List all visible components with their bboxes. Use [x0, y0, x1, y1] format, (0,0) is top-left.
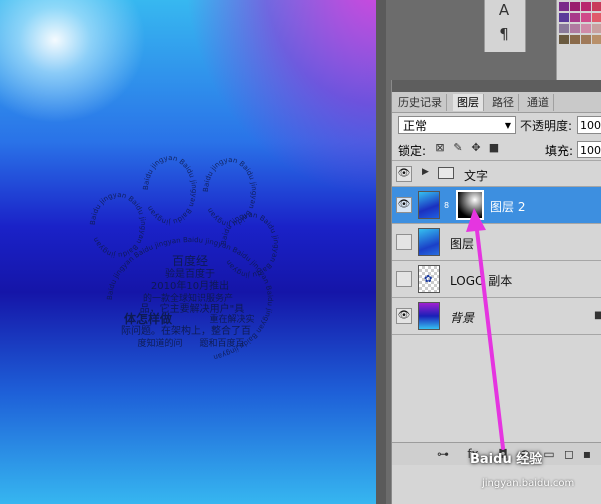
- paragraph-panel-button[interactable]: ¶: [493, 24, 515, 44]
- character-paragraph-toolbar: A ¶: [484, 0, 526, 52]
- layer-thumbnail: ✿: [418, 265, 440, 293]
- new-layer-icon[interactable]: ◻: [562, 447, 576, 461]
- lock-label: 锁定:: [398, 144, 427, 158]
- layer-mask-thumbnail[interactable]: [456, 190, 484, 220]
- folder-icon: [438, 167, 454, 179]
- canvas-border: [376, 0, 386, 504]
- panel-title-bar[interactable]: [392, 80, 601, 92]
- opacity-label: 不透明度:: [520, 119, 573, 133]
- canvas-text-line: 验是百度于: [165, 267, 215, 280]
- layer-name: LOGO 副本: [450, 274, 513, 288]
- watermark-url: jingyan.baidu.com: [482, 478, 575, 489]
- swatch[interactable]: [559, 13, 569, 22]
- canvas-text-line: 的一款全球知识服务产: [143, 292, 233, 304]
- canvas-text-line: 百度经: [172, 253, 208, 268]
- new-group-icon[interactable]: ▭: [542, 447, 556, 461]
- swatch[interactable]: [592, 2, 601, 11]
- panel-tabs: 历史记录 图层 路径 通道: [392, 92, 601, 113]
- swatch[interactable]: [581, 24, 591, 33]
- swatch[interactable]: [559, 35, 569, 44]
- character-panel-button[interactable]: A: [493, 0, 515, 20]
- expand-triangle-icon[interactable]: ▶: [422, 167, 429, 177]
- swatch[interactable]: [570, 35, 580, 44]
- swatch[interactable]: [592, 35, 601, 44]
- layers-panel: 历史记录 图层 路径 通道 正常 ▼ 不透明度: 100% 锁定: ⊠ ✎ ✥ …: [391, 80, 601, 504]
- swatches-panel-footer: [556, 52, 601, 80]
- eye-icon[interactable]: 👁: [396, 197, 412, 213]
- swatch[interactable]: [570, 13, 580, 22]
- document-canvas[interactable]: Baidu jingyan Baidu jingyan Baidu jingya…: [0, 0, 376, 504]
- eye-icon[interactable]: 👁: [396, 308, 412, 324]
- tab-channels[interactable]: 通道: [523, 94, 554, 111]
- chevron-down-icon: ▼: [504, 121, 511, 130]
- swatch[interactable]: [592, 13, 601, 22]
- swatch[interactable]: [559, 2, 569, 11]
- lock-row: 锁定: ⊠ ✎ ✥ ■ 填充: 100%: [392, 138, 601, 161]
- layer-row-selected[interactable]: 👁 8 图层 2: [392, 187, 601, 224]
- baidu-watermark: Baidu 经验: [470, 452, 543, 467]
- lock-brush-icon[interactable]: ✎: [452, 142, 464, 154]
- tab-history[interactable]: 历史记录: [394, 94, 447, 111]
- fill-label: 填充:: [545, 144, 574, 158]
- layer-name: 文字: [464, 169, 489, 183]
- visibility-toggle[interactable]: [396, 271, 412, 287]
- paw-icon: ✿: [424, 274, 433, 285]
- fill-input[interactable]: 100%: [577, 141, 601, 158]
- lock-move-icon[interactable]: ✥: [470, 142, 482, 154]
- layer-thumbnail: [418, 191, 440, 219]
- ring-text-1: Baidu jingyan Baidu jingyan Baidu jingya…: [89, 191, 147, 259]
- blend-mode-value: 正常: [403, 119, 428, 133]
- swatch[interactable]: [570, 24, 580, 33]
- canvas-text-line: 体怎样做: [124, 311, 173, 326]
- link-layers-icon[interactable]: ⊶: [436, 447, 450, 461]
- layer-thumbnail: [418, 302, 440, 330]
- swatches-panel: [556, 0, 601, 52]
- swatch[interactable]: [559, 24, 569, 33]
- ring-text-2: Baidu jingyan Baidu jingyan Baidu jingya…: [142, 154, 198, 226]
- tab-paths[interactable]: 路径: [488, 94, 519, 111]
- canvas-text-line: 题和百度百: [199, 337, 244, 349]
- layer-name: 背景: [450, 311, 475, 325]
- layer-row-background[interactable]: 👁 背景 ■: [392, 298, 601, 335]
- layer-row[interactable]: 图层: [392, 224, 601, 261]
- tab-layers[interactable]: 图层: [453, 94, 484, 111]
- layer-thumbnail: [418, 228, 440, 256]
- opacity-input[interactable]: 100%: [577, 116, 601, 134]
- lock-icon: ■: [594, 310, 601, 321]
- swatch[interactable]: [581, 2, 591, 11]
- canvas-text-line: 重在解决实: [209, 313, 254, 325]
- layer-name: 图层: [450, 237, 475, 251]
- trash-icon[interactable]: ▪: [580, 447, 594, 461]
- swatch[interactable]: [592, 24, 601, 33]
- swatch[interactable]: [570, 2, 580, 11]
- blend-mode-select[interactable]: 正常 ▼: [398, 116, 516, 134]
- swatch[interactable]: [581, 35, 591, 44]
- visibility-toggle[interactable]: [396, 234, 412, 250]
- canvas-text-line: 2010年10月推出: [151, 279, 229, 292]
- canvas-text-line: 度知道的问: [137, 337, 182, 349]
- layer-name: 图层 2: [490, 200, 526, 214]
- lock-transparent-icon[interactable]: ⊠: [434, 142, 446, 154]
- layer-row-group[interactable]: 👁 ▶ 文字: [392, 162, 601, 187]
- layer-row[interactable]: ✿ LOGO 副本: [392, 261, 601, 298]
- eye-icon[interactable]: 👁: [396, 166, 412, 182]
- swatch[interactable]: [581, 13, 591, 22]
- canvas-text-line: 际问题。在架构上，整合了百: [121, 324, 251, 337]
- link-icon[interactable]: 8: [444, 201, 449, 210]
- paw-text-artwork: Baidu jingyan Baidu jingyan Baidu jingya…: [89, 154, 280, 361]
- lock-all-icon[interactable]: ■: [488, 142, 500, 154]
